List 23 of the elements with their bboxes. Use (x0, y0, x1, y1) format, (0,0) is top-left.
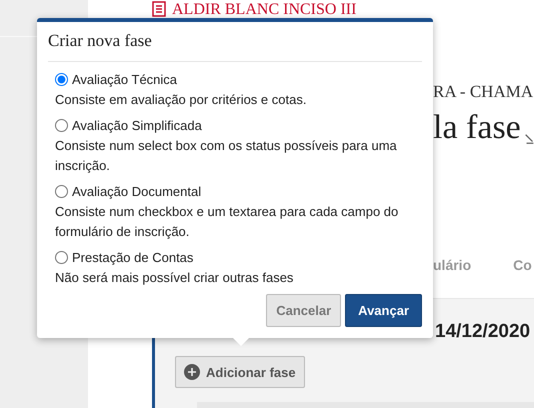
plus-icon (184, 364, 200, 380)
radio-button[interactable] (55, 184, 68, 198)
radio-option[interactable]: Avaliação Técnica (55, 69, 417, 90)
edit-icon[interactable] (524, 132, 534, 146)
radio-option[interactable]: Avaliação Simplificada (55, 114, 417, 136)
advance-button[interactable]: Avançar (345, 294, 422, 327)
radio-button[interactable] (55, 118, 68, 132)
option-description: Consiste num checkbox e um textarea para cada campo do formulário de inscrição. (55, 202, 400, 241)
document-icon (152, 1, 166, 17)
option-description: Consiste em avaliação por critérios e cotas. (55, 91, 308, 109)
program-title[interactable]: ALDIR BLANC INCISO III (172, 0, 356, 18)
add-phase-button[interactable]: Adicionar fase (175, 356, 305, 388)
radio-button[interactable] (55, 73, 68, 86)
option-description: Consiste num select box com os status possíveis para uma inscrição. (55, 136, 398, 175)
radio-button[interactable] (55, 250, 68, 264)
period-text: 14/12/2020 (435, 321, 532, 343)
page-heading: la fase (433, 110, 521, 146)
cancel-button[interactable]: Cancelar (266, 294, 342, 327)
dialog-title: Criar nova fase (48, 22, 422, 62)
subtitle: RA - CHAMA (433, 82, 534, 102)
option-description: Não será mais possível criar outras fases (55, 268, 294, 287)
radio-option[interactable]: Avaliação Documental (55, 180, 417, 202)
radio-option[interactable]: Prestação de Contas (55, 246, 417, 268)
